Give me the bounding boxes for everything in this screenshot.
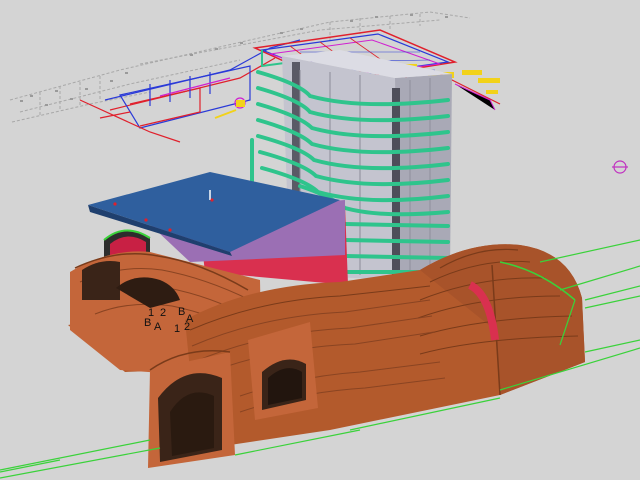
grid-label-1-right: 1 [174, 323, 180, 335]
snap-cursor-icon [612, 160, 628, 174]
grid-label-a-left: A [154, 321, 162, 333]
tunnel-front-portal [148, 350, 235, 468]
grid-label-2-left: 2 [160, 307, 166, 319]
grid-label-1-left: 1 [148, 307, 154, 319]
grid-label-b-right: B [178, 306, 185, 318]
3d-model-viewport[interactable]: B A 1 2 B A 1 2 [0, 0, 640, 480]
grid-label-2-right: 2 [184, 321, 190, 333]
